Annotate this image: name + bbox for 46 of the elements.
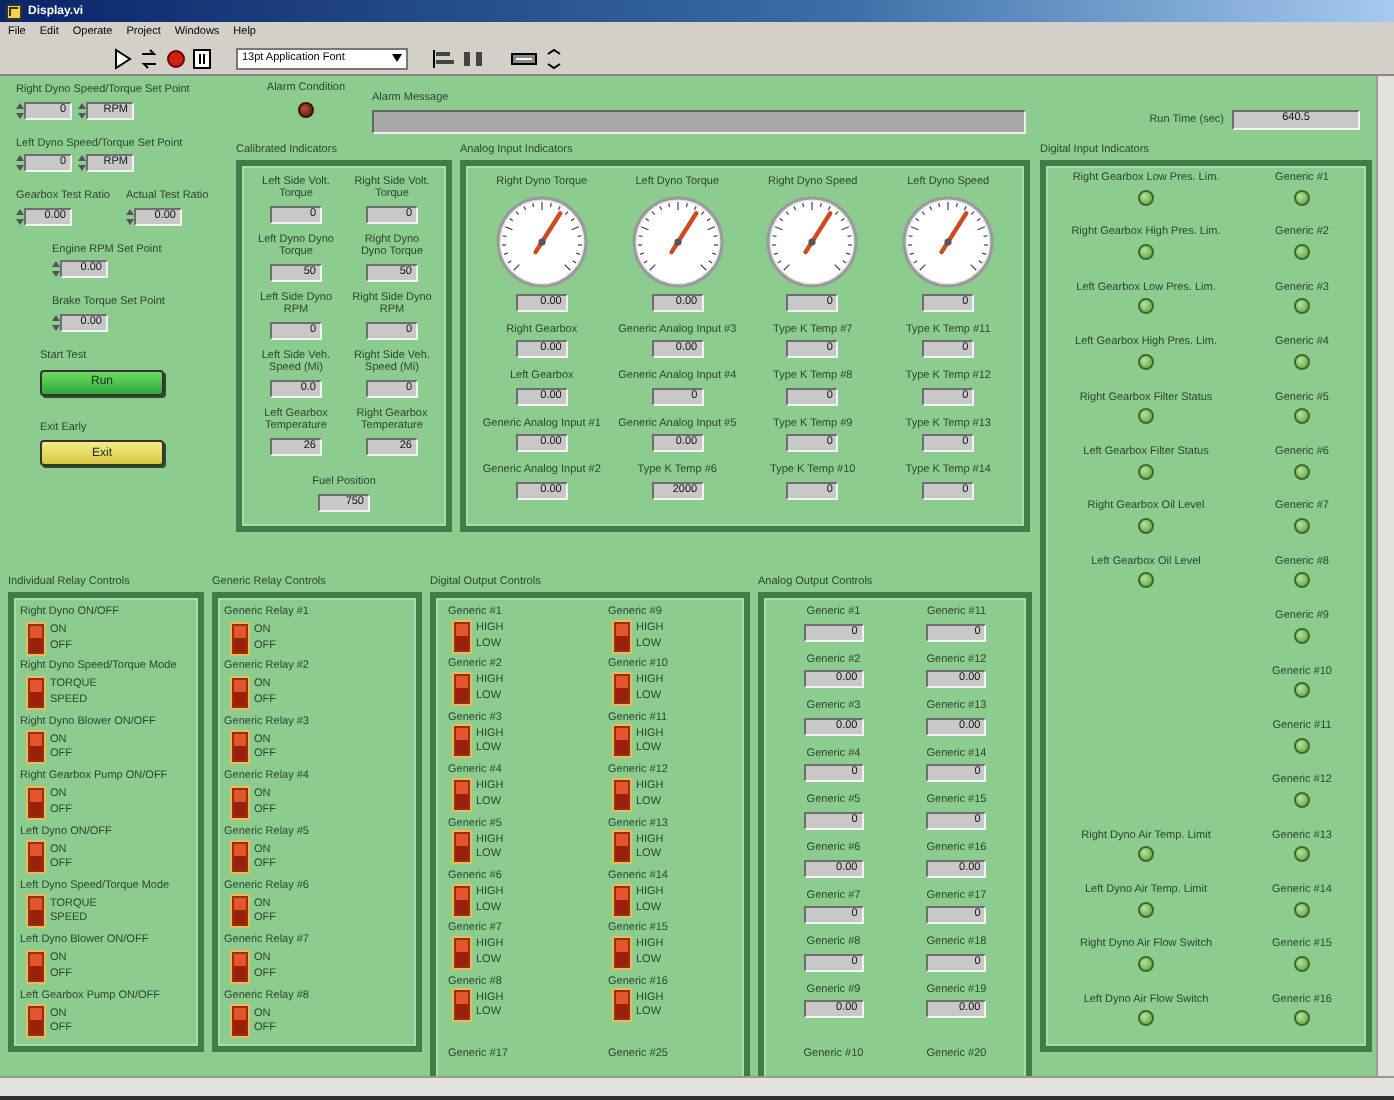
toggle-switch[interactable] — [454, 673, 470, 704]
toggle-switch[interactable] — [454, 885, 470, 916]
toggle-switch[interactable] — [614, 885, 630, 916]
reorder-icon[interactable] — [544, 47, 564, 69]
toggle-switch[interactable] — [454, 937, 470, 968]
toggle-switch[interactable] — [232, 1006, 248, 1037]
toggle-switch[interactable] — [454, 621, 470, 652]
run-arrow-icon[interactable] — [112, 47, 132, 69]
toggle-switch[interactable] — [454, 726, 470, 757]
toggle-switch[interactable] — [614, 726, 630, 757]
toggle-switch[interactable] — [232, 623, 248, 654]
toggle-switch[interactable] — [28, 677, 44, 708]
toggle-switch[interactable] — [614, 673, 630, 704]
dial-gauge-drawing — [766, 195, 859, 288]
toggle-switch[interactable] — [28, 623, 44, 654]
dial-gauge-drawing — [631, 195, 724, 288]
toggle-switch[interactable] — [232, 842, 248, 873]
toggle-switch[interactable] — [614, 621, 630, 652]
toggle-switch[interactable] — [454, 779, 470, 810]
caret-icon — [392, 54, 402, 62]
toggle-switch[interactable] — [28, 732, 44, 763]
toggle-switch[interactable] — [614, 779, 630, 810]
toggle-switch[interactable] — [232, 787, 248, 818]
dial-gauge-drawing — [902, 195, 995, 288]
toggle-switch[interactable] — [614, 832, 630, 863]
dial-gauge-drawing — [495, 195, 588, 288]
align-icon[interactable] — [432, 47, 456, 69]
toggle-switch[interactable] — [28, 842, 44, 873]
resize-icon[interactable] — [510, 47, 538, 69]
toggle-switch[interactable] — [232, 896, 248, 927]
toggle-switch[interactable] — [28, 951, 44, 982]
toggle-switch[interactable] — [232, 677, 248, 708]
toggle-switch[interactable] — [232, 951, 248, 982]
toggle-switch[interactable] — [454, 990, 470, 1021]
toggle-switch[interactable] — [28, 787, 44, 818]
toggle-switch[interactable] — [614, 937, 630, 968]
loop-arrows-icon[interactable] — [138, 47, 160, 69]
distribute-icon[interactable] — [462, 47, 486, 69]
toggle-switch[interactable] — [28, 1006, 44, 1037]
pause-icon[interactable] — [192, 47, 212, 69]
stop-icon[interactable] — [166, 47, 186, 69]
toggle-switch[interactable] — [232, 732, 248, 763]
app-icon — [6, 3, 22, 19]
toggle-switch[interactable] — [614, 990, 630, 1021]
toggle-switch[interactable] — [454, 832, 470, 863]
toggle-switch[interactable] — [28, 896, 44, 927]
